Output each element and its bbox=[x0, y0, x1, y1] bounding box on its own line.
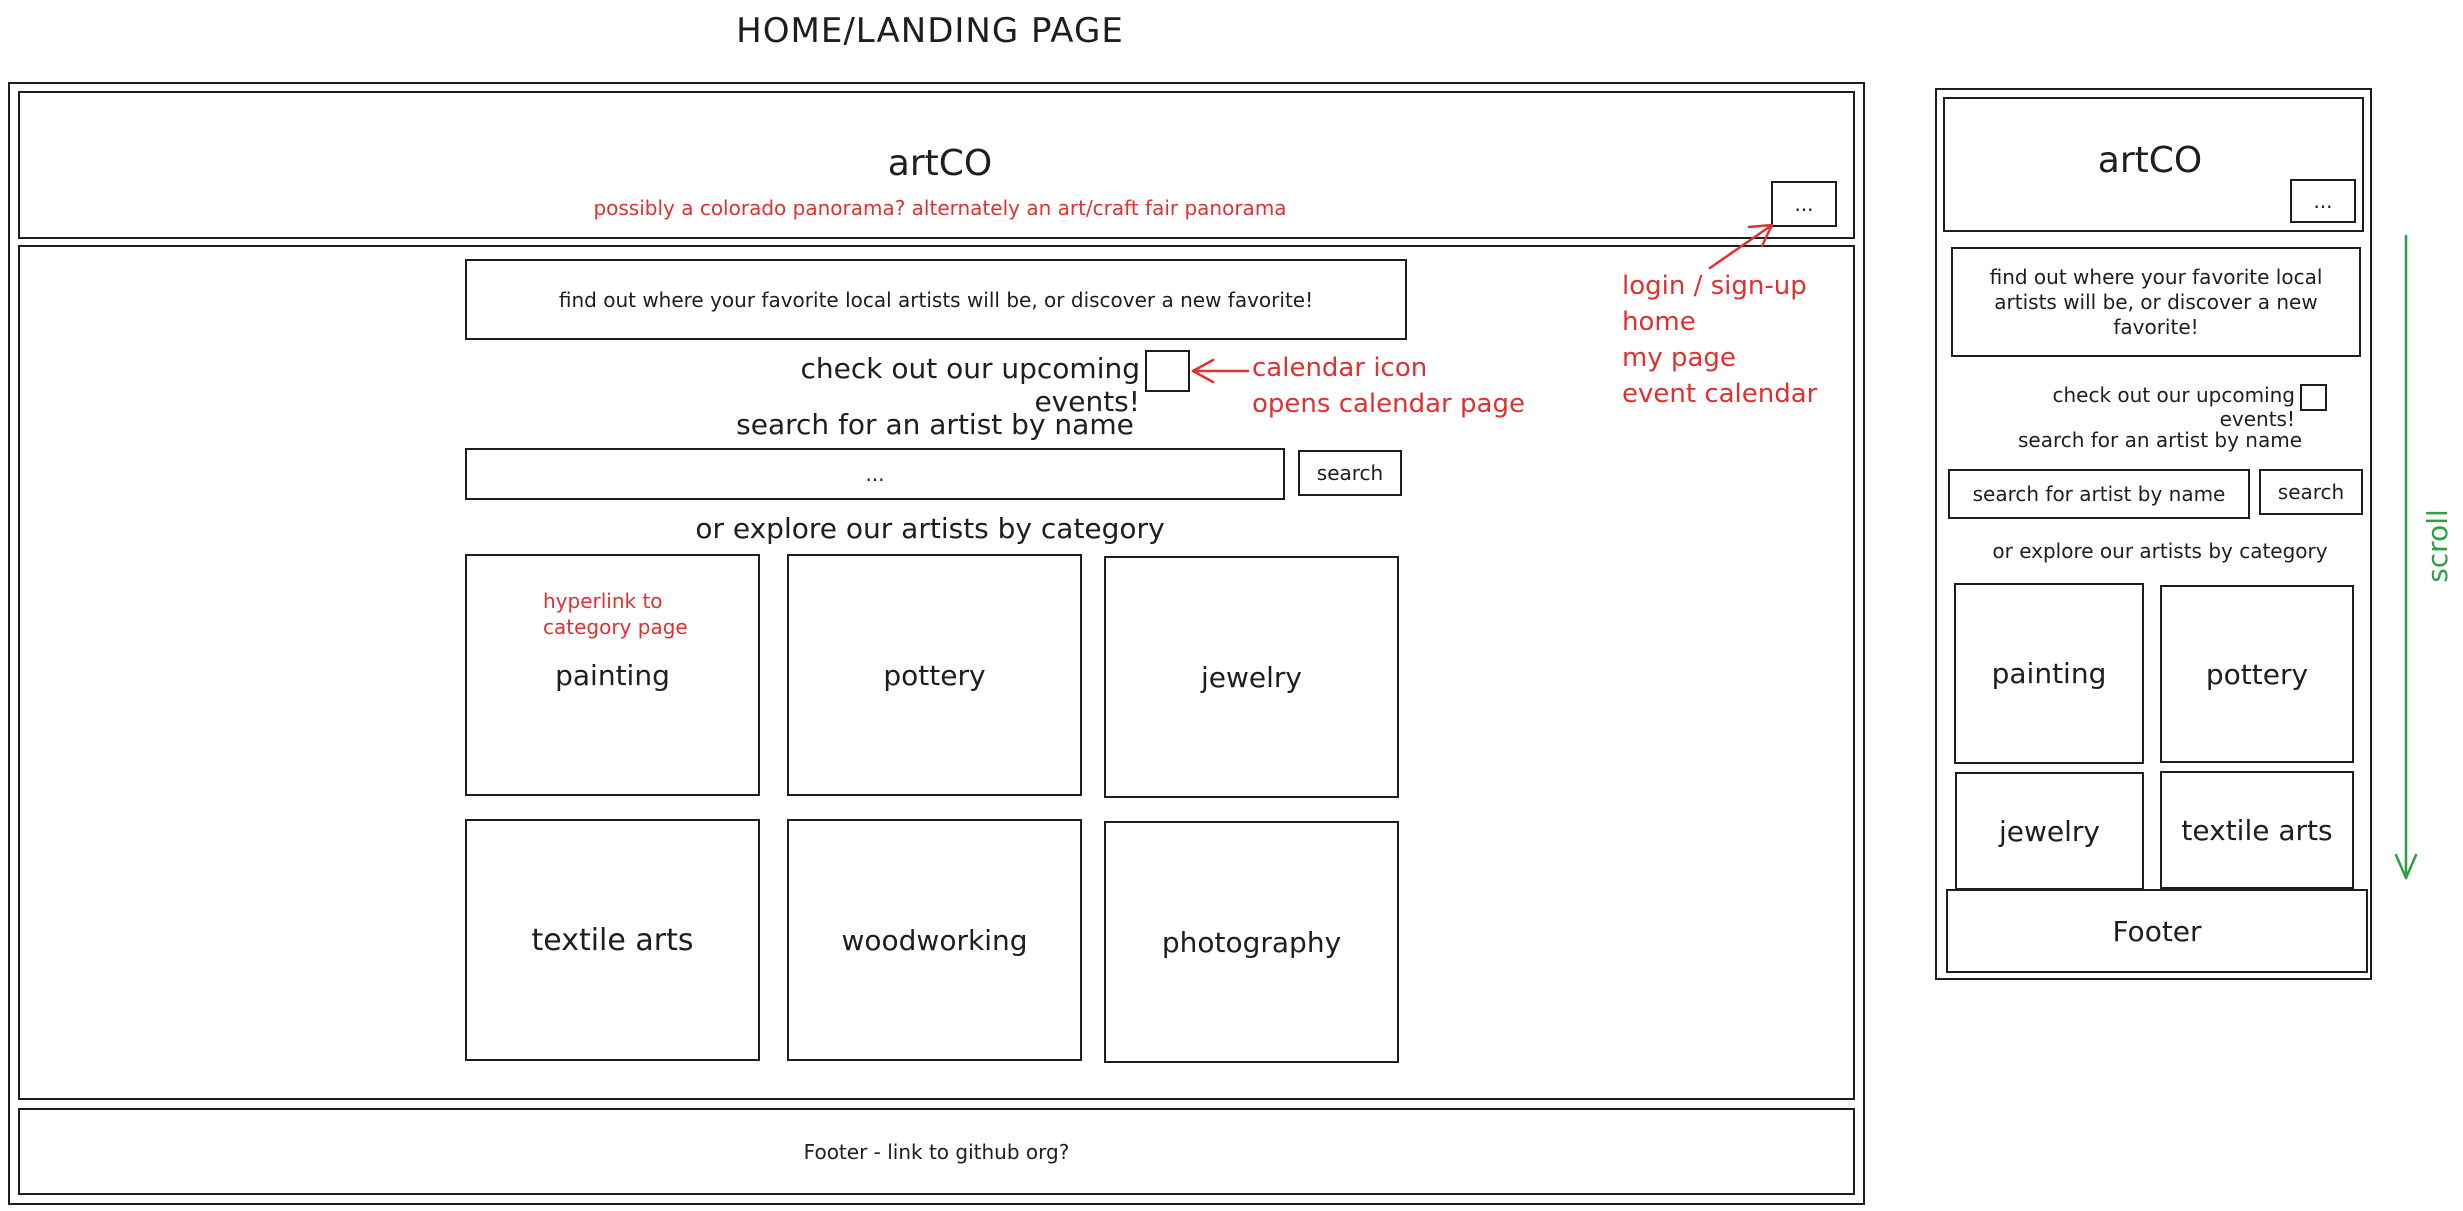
mobile-events-text: check out our upcoming events! bbox=[2052, 383, 2295, 431]
desktop-menu-button[interactable]: ... bbox=[1771, 181, 1837, 227]
mobile-search-heading: search for an artist by name bbox=[2017, 428, 2303, 452]
hyperlink-annotation-line1: hyperlink to bbox=[543, 589, 663, 613]
desktop-events-text: check out our upcoming events! bbox=[800, 352, 1140, 418]
mobile-logo[interactable]: artCO bbox=[2040, 132, 2260, 188]
category-tile-textile-arts[interactable]: textile arts bbox=[465, 819, 760, 1061]
mobile-tagline: find out where your favorite local artis… bbox=[1951, 247, 2361, 357]
menu-annotation-item: home bbox=[1622, 307, 1696, 337]
banner-note: possibly a colorado panorama? alternatel… bbox=[593, 196, 1287, 220]
desktop-search-input[interactable]: ... bbox=[465, 448, 1285, 500]
mobile-search-input[interactable]: search for artist by name bbox=[1948, 469, 2250, 519]
mobile-category-tile-textile-arts[interactable]: textile arts bbox=[2160, 771, 2354, 889]
calendar-annotation: calendar icon opens calendar page bbox=[1252, 350, 1632, 426]
calendar-annotation-line1: calendar icon bbox=[1252, 353, 1428, 383]
scroll-label: scroll bbox=[2420, 509, 2454, 583]
category-tile-jewelry[interactable]: jewelry bbox=[1104, 556, 1399, 798]
category-tile-photography[interactable]: photography bbox=[1104, 821, 1399, 1063]
mobile-explore-heading: or explore our artists by category bbox=[1992, 539, 2328, 563]
mobile-category-tile-jewelry[interactable]: jewelry bbox=[1955, 772, 2144, 890]
calendar-annotation-line2: opens calendar page bbox=[1252, 389, 1525, 419]
mobile-category-tile-painting[interactable]: painting bbox=[1954, 583, 2144, 764]
category-tile-woodworking[interactable]: woodworking bbox=[787, 819, 1082, 1061]
scroll-arrow-head bbox=[2394, 853, 2418, 880]
desktop-logo[interactable]: artCO bbox=[780, 135, 1100, 191]
menu-annotation: login / sign-up home my page event calen… bbox=[1622, 268, 1902, 416]
mobile-category-tile-pottery[interactable]: pottery bbox=[2160, 585, 2354, 763]
category-tile-pottery[interactable]: pottery bbox=[787, 554, 1082, 796]
menu-annotation-item: my page bbox=[1622, 343, 1736, 373]
desktop-tagline: find out where your favorite local artis… bbox=[465, 259, 1407, 340]
menu-annotation-item: login / sign-up bbox=[1622, 271, 1807, 301]
desktop-search-heading: search for an artist by name bbox=[736, 407, 1134, 441]
desktop-explore-heading: or explore our artists by category bbox=[695, 511, 1165, 545]
mobile-menu-button[interactable]: ... bbox=[2290, 179, 2356, 223]
desktop-footer[interactable]: Footer - link to github org? bbox=[18, 1108, 1855, 1195]
mobile-calendar-icon[interactable] bbox=[2300, 384, 2327, 411]
hyperlink-annotation: hyperlink to category page bbox=[543, 588, 763, 648]
page-title: HOME/LANDING PAGE bbox=[736, 11, 1124, 51]
desktop-calendar-icon[interactable] bbox=[1145, 350, 1190, 392]
mobile-search-button[interactable]: search bbox=[2259, 469, 2363, 515]
menu-annotation-item: event calendar bbox=[1622, 379, 1818, 409]
hyperlink-annotation-line2: category page bbox=[543, 615, 688, 639]
mobile-footer[interactable]: Footer bbox=[1946, 889, 2368, 973]
desktop-search-button[interactable]: search bbox=[1298, 450, 1402, 496]
